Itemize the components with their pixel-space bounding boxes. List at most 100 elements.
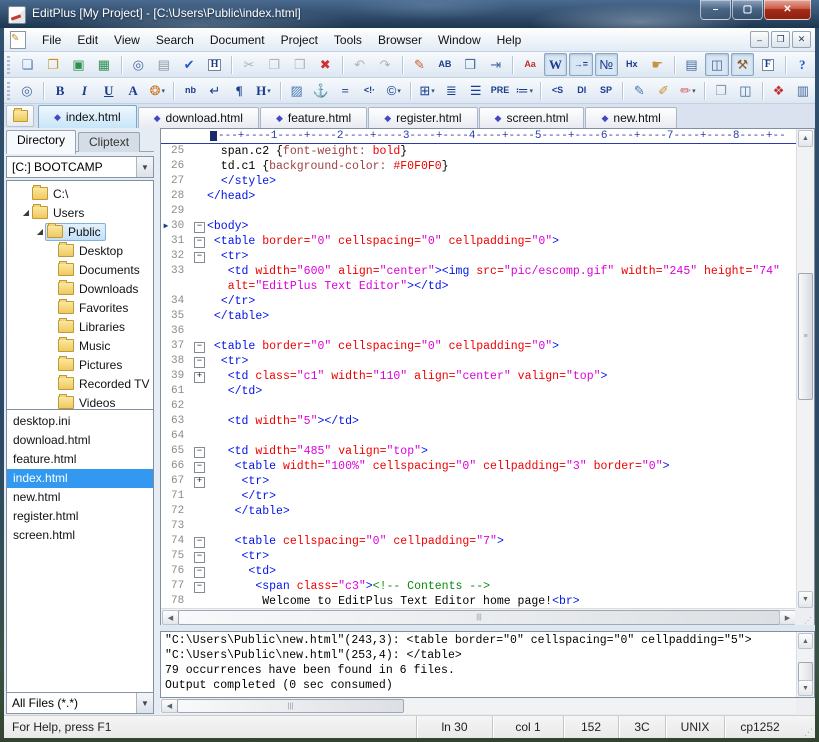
horizontal-rule-button[interactable]: = [334,79,356,102]
tree-item-downloads[interactable]: Downloads [7,279,153,298]
file-item-desktop-ini[interactable]: desktop.ini [7,412,153,431]
menu-help[interactable]: Help [489,30,530,50]
close-button[interactable]: ✕ [764,0,811,20]
tab-index-html[interactable]: ◆index.html [38,105,137,128]
fold-collapse-icon[interactable]: − [194,552,205,563]
tabs-to-spaces-button[interactable]: →= [569,53,592,76]
expand-arrow-icon[interactable]: ◢ [35,227,45,236]
fold-collapse-icon[interactable]: − [194,462,205,473]
line-break-button[interactable]: ↵ [204,79,226,102]
heading-button[interactable]: H▾ [252,79,274,102]
file-item-feature-html[interactable]: feature.html [7,450,153,469]
scroll-down-arrow[interactable]: ▼ [798,591,813,608]
edit-cliptext-button[interactable]: ✎ [628,79,650,102]
scroll-up-arrow[interactable]: ▲ [798,130,813,147]
save-all-button[interactable]: ▦ [92,53,115,76]
file-item-new-html[interactable]: new.html [7,488,153,507]
scrollbar-corner-grip[interactable]: ⋰ [795,608,814,626]
tab-screen-html[interactable]: ◆screen.html [479,107,585,128]
folder-button[interactable] [6,105,34,127]
tab-new-html[interactable]: ◆new.html [585,107,676,128]
scroll-thumb[interactable]: ≡ [798,273,813,400]
print-button[interactable]: ▤ [152,53,175,76]
fold-collapse-icon[interactable]: − [194,237,205,248]
fold-collapse-icon[interactable]: − [194,252,205,263]
menu-window[interactable]: Window [430,30,489,50]
file-item-register-html[interactable]: register.html [7,507,153,526]
scroll-down-arrow[interactable]: ▼ [798,680,813,696]
fold-collapse-icon[interactable]: − [194,582,205,593]
fold-collapse-icon[interactable]: − [194,567,205,578]
strike-tag-button[interactable]: <S [546,79,568,102]
font-button[interactable]: A [122,79,144,102]
tree-item-public[interactable]: ◢Public [7,222,153,241]
resize-grip[interactable]: ⋰ [795,716,815,739]
non-breaking-space-button[interactable]: nb [179,79,201,102]
scroll-thumb[interactable]: ||| [177,699,404,713]
special-character-button[interactable]: ©▾ [383,79,405,102]
output-vertical-scrollbar[interactable]: ▲ ▼ [796,632,814,697]
display-colors-button[interactable]: ❖ [767,79,789,102]
scroll-up-arrow[interactable]: ▲ [798,633,813,649]
highlight-marker-button[interactable]: ✎ [408,53,431,76]
panel-layout-button[interactable]: ▥ [792,79,814,102]
fold-collapse-icon[interactable]: − [194,537,205,548]
file-item-download-html[interactable]: download.html [7,431,153,450]
maximize-button[interactable]: ▢ [732,0,763,20]
editor-horizontal-scrollbar[interactable]: ◀ ||| ▶ [161,608,797,626]
document-menu-icon[interactable] [10,31,26,49]
color-palette-button[interactable]: ❂▾ [146,79,168,102]
italic-button[interactable]: I [73,79,95,102]
fold-expand-icon[interactable]: + [194,372,205,383]
tab-download-html[interactable]: ◆download.html [138,107,259,128]
tree-item-recorded-tv[interactable]: Recorded TV [7,374,153,393]
file-properties-button[interactable]: ☛ [645,53,668,76]
tree-item-desktop[interactable]: Desktop [7,241,153,260]
edit-template-button[interactable]: ✐ [652,79,674,102]
scroll-left-arrow[interactable]: ◀ [161,699,178,713]
editor-vertical-scrollbar[interactable]: ▲ ≡ ▼ [796,129,814,609]
delete-button[interactable]: ✖ [314,53,337,76]
paragraph-button[interactable]: ¶ [228,79,250,102]
insert-image-button[interactable]: ▨ [286,79,308,102]
minimize-button[interactable]: – [700,0,731,20]
function-list-button[interactable]: F [756,53,779,76]
print-preview-button[interactable]: ◎ [127,53,150,76]
menu-tools[interactable]: Tools [326,30,370,50]
spell-check-button[interactable]: ✔ [177,53,200,76]
select-paragraph-button[interactable]: ⇥ [484,53,507,76]
tree-item-music[interactable]: Music [7,336,153,355]
tree-item-favorites[interactable]: Favorites [7,298,153,317]
context-help-button[interactable]: ? [791,53,814,76]
fold-expand-icon[interactable]: + [194,477,205,488]
fold-collapse-icon[interactable]: − [194,222,205,233]
align-center-button[interactable]: ☰ [465,79,487,102]
menu-edit[interactable]: Edit [69,30,106,50]
toolbar-grip[interactable] [7,56,10,74]
view-in-browser-button[interactable]: ◎ [16,79,38,102]
toggle-output-window-button[interactable]: ◫ [705,53,728,76]
scroll-left-arrow[interactable]: ◀ [162,610,179,625]
toolbar-grip[interactable] [7,82,10,100]
menu-view[interactable]: View [106,30,148,50]
pre-tag-button[interactable]: PRE [489,79,511,102]
editor-area[interactable]: ---+----1----+----2----+----3----+----4-… [160,128,815,627]
comment-tag-button[interactable]: <!· [358,79,380,102]
change-case-button[interactable]: Aa [518,53,541,76]
pencil-tools-button[interactable]: ✏▾ [677,79,699,102]
drive-select[interactable]: [C:] BOOTCAMP ▼ [6,156,154,178]
html-document-button[interactable]: H [203,53,226,76]
file-item-index-html[interactable]: index.html [7,469,153,488]
bold-button[interactable]: B [49,79,71,102]
new-document-button[interactable]: ❏ [16,53,39,76]
scrollbar-corner-grip[interactable] [796,698,815,715]
div-tag-button[interactable]: DI [571,79,593,102]
replace-in-files-button[interactable]: AB [433,53,456,76]
menu-project[interactable]: Project [273,30,326,50]
mdi-restore-button[interactable]: ❐ [771,31,790,48]
file-item-screen-html[interactable]: screen.html [7,526,153,545]
list-tag-button[interactable]: ≔▾ [513,79,535,102]
tab-directory[interactable]: Directory [6,130,76,154]
file-filter-select[interactable]: All Files (*.*) ▼ [6,692,154,714]
line-numbers-button[interactable]: № [595,53,618,76]
